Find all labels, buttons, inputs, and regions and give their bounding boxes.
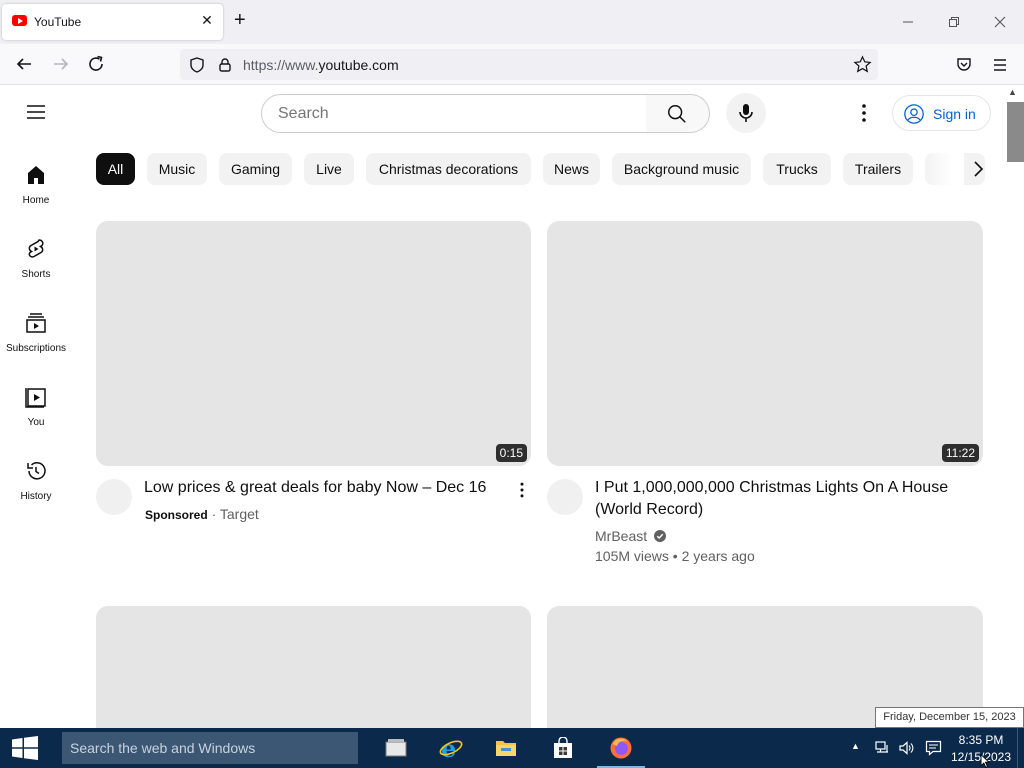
chip-live[interactable]: Live [304, 153, 354, 185]
guide-menu-icon[interactable] [24, 100, 48, 124]
chip-gaming[interactable]: Gaming [219, 153, 292, 185]
search-icon [668, 105, 686, 123]
store-icon [554, 737, 572, 758]
clock-time: 8:35 PM [958, 733, 1004, 747]
chip-news[interactable]: News [543, 153, 600, 185]
close-window-button[interactable] [990, 12, 1010, 32]
sidebar-item-home[interactable]: Home [0, 163, 72, 206]
sponsored-badge: Sponsored [145, 508, 208, 522]
chip-background-music[interactable]: Background music [612, 153, 751, 185]
minimize-button[interactable] [898, 12, 918, 32]
video-duration: 0:15 [495, 444, 527, 462]
chip-christmas-decorations[interactable]: Christmas decorations [366, 153, 531, 185]
sign-in-button[interactable]: Sign in [892, 95, 991, 131]
video-thumbnail[interactable]: 11:22 [547, 221, 983, 466]
windows-taskbar: Search the web and Windows e ▲ 8:35 PM [0, 728, 1024, 768]
file-explorer-taskbar-button[interactable] [486, 732, 526, 764]
store-taskbar-button[interactable] [543, 732, 583, 764]
scrollbar-thumb[interactable] [1007, 102, 1024, 162]
show-desktop-button[interactable] [1017, 728, 1024, 768]
verified-check-icon [654, 530, 667, 542]
reload-button[interactable] [84, 52, 108, 76]
page-scrollbar[interactable] [1005, 85, 1024, 728]
action-center-icon[interactable] [925, 740, 942, 756]
home-icon [28, 166, 44, 184]
chip-all[interactable]: All [96, 153, 135, 185]
chip-trailers[interactable]: Trailers [843, 153, 913, 185]
volume-icon[interactable] [898, 740, 914, 756]
url-bar[interactable]: https://www.youtube.com [180, 49, 878, 80]
subscriptions-icon [26, 313, 46, 333]
forward-button[interactable] [49, 52, 73, 76]
chip-fade [924, 150, 964, 188]
video-duration: 11:22 [941, 444, 979, 462]
sign-in-label: Sign in [933, 106, 976, 122]
url-text: https://www.youtube.com [243, 57, 399, 73]
network-icon[interactable] [874, 740, 890, 756]
browser-tab-strip: YouTube ✕ + [0, 0, 1024, 44]
firefox-taskbar-button[interactable] [601, 732, 641, 764]
sidebar-item-history[interactable]: History [0, 459, 72, 502]
account-icon [904, 104, 924, 124]
folder-icon [496, 741, 516, 756]
internet-explorer-taskbar-button[interactable]: e [431, 732, 471, 764]
video-meta: Sponsored · Target [145, 506, 259, 522]
firefox-icon [610, 737, 632, 759]
start-button[interactable] [0, 728, 50, 768]
app-menu-icon[interactable] [991, 56, 1009, 74]
new-tab-button[interactable]: + [234, 10, 246, 30]
search-input[interactable]: Search [261, 94, 647, 133]
bookmark-star-icon[interactable] [853, 55, 872, 74]
restore-button[interactable] [944, 12, 964, 32]
channel-row: MrBeast [595, 528, 667, 544]
video-thumbnail[interactable] [96, 606, 531, 746]
settings-more-icon[interactable] [852, 101, 876, 125]
internet-explorer-icon: e [439, 736, 463, 760]
channel-name[interactable]: MrBeast [595, 528, 647, 544]
pocket-icon[interactable] [955, 56, 973, 74]
video-title[interactable]: Low prices & great deals for baby Now – … [144, 477, 504, 499]
chip-music[interactable]: Music [147, 153, 207, 185]
chip-trucks[interactable]: Trucks [763, 153, 831, 185]
browser-nav-bar: https://www.youtube.com [0, 44, 1024, 85]
channel-avatar[interactable] [547, 479, 583, 515]
taskbar-search-input[interactable]: Search the web and Windows [62, 732, 358, 764]
youtube-favicon-icon [12, 15, 27, 26]
chevron-right-icon[interactable] [966, 157, 990, 181]
history-icon [27, 462, 46, 480]
browser-tab-youtube[interactable]: YouTube ✕ [2, 4, 223, 40]
sidebar-item-subscriptions[interactable]: Subscriptions [0, 311, 72, 354]
taskbar-search-placeholder: Search the web and Windows [70, 740, 256, 756]
back-button[interactable] [12, 52, 36, 76]
close-tab-icon[interactable]: ✕ [198, 12, 216, 29]
video-more-icon[interactable] [512, 480, 532, 500]
voice-search-button[interactable] [726, 93, 766, 133]
search-placeholder: Search [278, 105, 329, 122]
task-view-button[interactable] [376, 732, 416, 764]
channel-avatar[interactable] [96, 479, 132, 515]
task-view-icon [385, 739, 407, 757]
video-thumbnail[interactable]: 0:15 [96, 221, 531, 466]
show-hidden-icons-arrow-icon[interactable]: ▲ [851, 741, 860, 751]
video-stats: 105M views • 2 years ago [595, 548, 755, 564]
microphone-icon [739, 104, 753, 122]
sidebar-item-shorts[interactable]: Shorts [0, 237, 72, 280]
search-button[interactable] [646, 94, 710, 133]
windows-logo-icon [12, 736, 38, 760]
shorts-icon [28, 239, 44, 258]
date-tooltip: Friday, December 15, 2023 [875, 707, 1024, 728]
tab-title: YouTube [34, 15, 82, 29]
tracking-shield-icon[interactable] [188, 56, 206, 74]
sidebar-item-you[interactable]: You [0, 385, 72, 428]
channel-name[interactable]: Target [220, 506, 259, 522]
you-icon [25, 388, 46, 408]
lock-icon[interactable] [216, 56, 234, 74]
video-title[interactable]: I Put 1,000,000,000 Christmas Lights On … [595, 477, 975, 521]
scroll-up-arrow-icon[interactable]: ▲ [1008, 87, 1017, 97]
mouse-cursor-icon [980, 754, 990, 768]
